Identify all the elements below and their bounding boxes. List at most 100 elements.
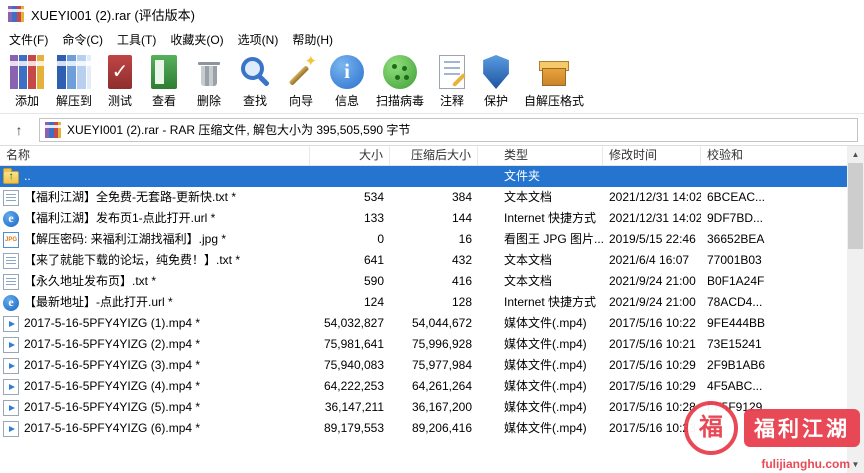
toolbar-button-label: 注释 bbox=[440, 92, 464, 109]
file-packed-size-cell: 64,261,264 bbox=[390, 376, 478, 397]
winrar-app-icon bbox=[8, 6, 24, 22]
toolbar-button-label: 测试 bbox=[108, 92, 132, 109]
file-list: .. 文件夹 【福利江湖】全免费-无套路-更新快.txt * 534 384 文… bbox=[0, 166, 864, 439]
table-row[interactable]: 【解压密码: 来福利江湖找福利】.jpg * 0 16 看图王 JPG 图片..… bbox=[0, 229, 847, 250]
menu-item[interactable]: 工具(T) bbox=[110, 29, 163, 50]
file-modified-cell: 2021/12/31 14:02 bbox=[603, 187, 701, 208]
file-type-cell: 媒体文件(.mp4) bbox=[478, 334, 603, 355]
toolbar-button-label: 解压到 bbox=[56, 92, 92, 109]
virus-scan-icon bbox=[383, 55, 417, 89]
file-checksum-cell: 6BCEAC... bbox=[701, 187, 847, 208]
table-row[interactable]: 2017-5-16-5PFY4YIZG (3).mp4 * 75,940,083… bbox=[0, 355, 847, 376]
folder-up-icon bbox=[3, 171, 19, 184]
url-file-icon bbox=[3, 211, 19, 227]
scroll-down-arrow-icon[interactable]: ▼ bbox=[847, 456, 864, 473]
file-name-cell: 2017-5-16-5PFY4YIZG (4).mp4 * bbox=[0, 376, 310, 397]
file-name-cell: 2017-5-16-5PFY4YIZG (3).mp4 * bbox=[0, 355, 310, 376]
file-packed-size-cell: 75,996,928 bbox=[390, 334, 478, 355]
file-size-cell: 36,147,211 bbox=[310, 397, 390, 418]
table-row[interactable]: 【最新地址】-点此打开.url * 124 128 Internet 快捷方式 … bbox=[0, 292, 847, 313]
info-icon bbox=[330, 55, 364, 89]
file-name-cell: 【福利江湖】全免费-无套路-更新快.txt * bbox=[0, 187, 310, 208]
menu-item[interactable]: 文件(F) bbox=[2, 29, 55, 50]
sfx-icon bbox=[537, 55, 571, 89]
file-size-cell: 0 bbox=[310, 229, 390, 250]
toolbar-button-label: 保护 bbox=[484, 92, 508, 109]
table-row[interactable]: .. 文件夹 bbox=[0, 166, 847, 187]
column-header-modified[interactable]: 修改时间 bbox=[603, 146, 701, 165]
toolbar-button[interactable]: 删除 bbox=[186, 52, 232, 109]
view-icon bbox=[151, 55, 177, 89]
table-row[interactable]: 【福利江湖】全免费-无套路-更新快.txt * 534 384 文本文档 202… bbox=[0, 187, 847, 208]
up-arrow-icon: ↑ bbox=[16, 122, 23, 138]
file-name-text: 2017-5-16-5PFY4YIZG (6).mp4 * bbox=[24, 418, 200, 439]
file-modified-cell: 2019/5/15 22:46 bbox=[603, 229, 701, 250]
file-packed-size-cell: 75,977,984 bbox=[390, 355, 478, 376]
menu-item[interactable]: 选项(N) bbox=[231, 29, 286, 50]
addressbar: ↑ XUEYI001 (2).rar - RAR 压缩文件, 解包大小为 395… bbox=[0, 114, 864, 146]
menu-item[interactable]: 帮助(H) bbox=[285, 29, 340, 50]
delete-icon bbox=[192, 55, 226, 89]
archive-path-field[interactable]: XUEYI001 (2).rar - RAR 压缩文件, 解包大小为 395,5… bbox=[39, 118, 858, 142]
wizard-icon bbox=[284, 55, 318, 89]
toolbar-button-label: 查找 bbox=[243, 92, 267, 109]
titlebar[interactable]: XUEYI001 (2).rar (评估版本) bbox=[0, 0, 864, 28]
toolbar-button[interactable]: 信息 bbox=[324, 52, 370, 109]
column-header-name[interactable]: 名称 bbox=[0, 146, 310, 165]
file-checksum-cell: 77001B03 bbox=[701, 250, 847, 271]
table-row[interactable]: 2017-5-16-5PFY4YIZG (5).mp4 * 36,147,211… bbox=[0, 397, 847, 418]
file-size-cell: 54,032,827 bbox=[310, 313, 390, 334]
toolbar-button[interactable]: 自解压格式 bbox=[518, 52, 590, 109]
file-name-cell: 【解压密码: 来福利江湖找福利】.jpg * bbox=[0, 229, 310, 250]
toolbar-button[interactable]: 注释 bbox=[430, 52, 474, 109]
file-checksum-cell: B0F1A24F bbox=[701, 271, 847, 292]
column-header-size[interactable]: 大小 bbox=[310, 146, 390, 165]
table-row[interactable]: 【来了就能下载的论坛，纯免费！】.txt * 641 432 文本文档 2021… bbox=[0, 250, 847, 271]
menubar: 文件(F)命令(C)工具(T)收藏夹(O)选项(N)帮助(H) bbox=[0, 28, 864, 50]
toolbar-button[interactable]: 测试 bbox=[98, 52, 142, 109]
column-header-type[interactable]: 类型 bbox=[478, 146, 603, 165]
toolbar-button[interactable]: 保护 bbox=[474, 52, 518, 109]
file-name-cell: 2017-5-16-5PFY4YIZG (2).mp4 * bbox=[0, 334, 310, 355]
toolbar-button[interactable]: 添加 bbox=[4, 52, 50, 109]
file-size-cell: 124 bbox=[310, 292, 390, 313]
vertical-scrollbar[interactable]: ▲ ▼ bbox=[847, 146, 864, 473]
toolbar-button[interactable]: 向导 bbox=[278, 52, 324, 109]
file-packed-size-cell: 89,206,416 bbox=[390, 418, 478, 439]
list-header: 名称 大小 压缩后大小 类型 修改时间 校验和 bbox=[0, 146, 847, 166]
file-name-cell: 【来了就能下载的论坛，纯免费！】.txt * bbox=[0, 250, 310, 271]
file-size-cell: 590 bbox=[310, 271, 390, 292]
file-name-text: 【解压密码: 来福利江湖找福利】.jpg * bbox=[24, 229, 226, 250]
scrollbar-thumb[interactable] bbox=[848, 163, 863, 249]
menu-item[interactable]: 命令(C) bbox=[55, 29, 110, 50]
scroll-up-arrow-icon[interactable]: ▲ bbox=[847, 146, 864, 163]
file-name-text: 【最新地址】-点此打开.url * bbox=[24, 292, 173, 313]
table-row[interactable]: 2017-5-16-5PFY4YIZG (6).mp4 * 89,179,553… bbox=[0, 418, 847, 439]
table-row[interactable]: 【福利江湖】发布页1-点此打开.url * 133 144 Internet 快… bbox=[0, 208, 847, 229]
column-header-checksum[interactable]: 校验和 bbox=[701, 146, 847, 165]
file-checksum-cell: 9DF7BD... bbox=[701, 208, 847, 229]
txt-file-icon bbox=[3, 190, 19, 206]
table-row[interactable]: 2017-5-16-5PFY4YIZG (4).mp4 * 64,222,253… bbox=[0, 376, 847, 397]
toolbar-button[interactable]: 扫描病毒 bbox=[370, 52, 430, 109]
column-header-packed-size[interactable]: 压缩后大小 bbox=[390, 146, 478, 165]
toolbar-button[interactable]: 查看 bbox=[142, 52, 186, 109]
table-row[interactable]: 2017-5-16-5PFY4YIZG (2).mp4 * 75,981,641… bbox=[0, 334, 847, 355]
file-size-cell: 75,981,641 bbox=[310, 334, 390, 355]
table-row[interactable]: 【永久地址发布页】.txt * 590 416 文本文档 2021/9/24 2… bbox=[0, 271, 847, 292]
url-file-icon bbox=[3, 295, 19, 311]
toolbar-button[interactable]: 查找 bbox=[232, 52, 278, 109]
mp4-file-icon bbox=[3, 400, 19, 416]
file-modified-cell: 2017/5/16 10:29 bbox=[603, 376, 701, 397]
file-checksum-cell: 9FE444BB bbox=[701, 313, 847, 334]
txt-file-icon bbox=[3, 274, 19, 290]
menu-item[interactable]: 收藏夹(O) bbox=[163, 29, 230, 50]
up-directory-button[interactable]: ↑ bbox=[6, 118, 32, 142]
table-row[interactable]: 2017-5-16-5PFY4YIZG (1).mp4 * 54,032,827… bbox=[0, 313, 847, 334]
file-name-cell: 【最新地址】-点此打开.url * bbox=[0, 292, 310, 313]
file-name-text: 2017-5-16-5PFY4YIZG (2).mp4 * bbox=[24, 334, 200, 355]
file-modified-cell: 2021/9/24 21:00 bbox=[603, 292, 701, 313]
test-icon bbox=[108, 55, 132, 89]
toolbar-button-label: 查看 bbox=[152, 92, 176, 109]
toolbar-button[interactable]: 解压到 bbox=[50, 52, 98, 109]
